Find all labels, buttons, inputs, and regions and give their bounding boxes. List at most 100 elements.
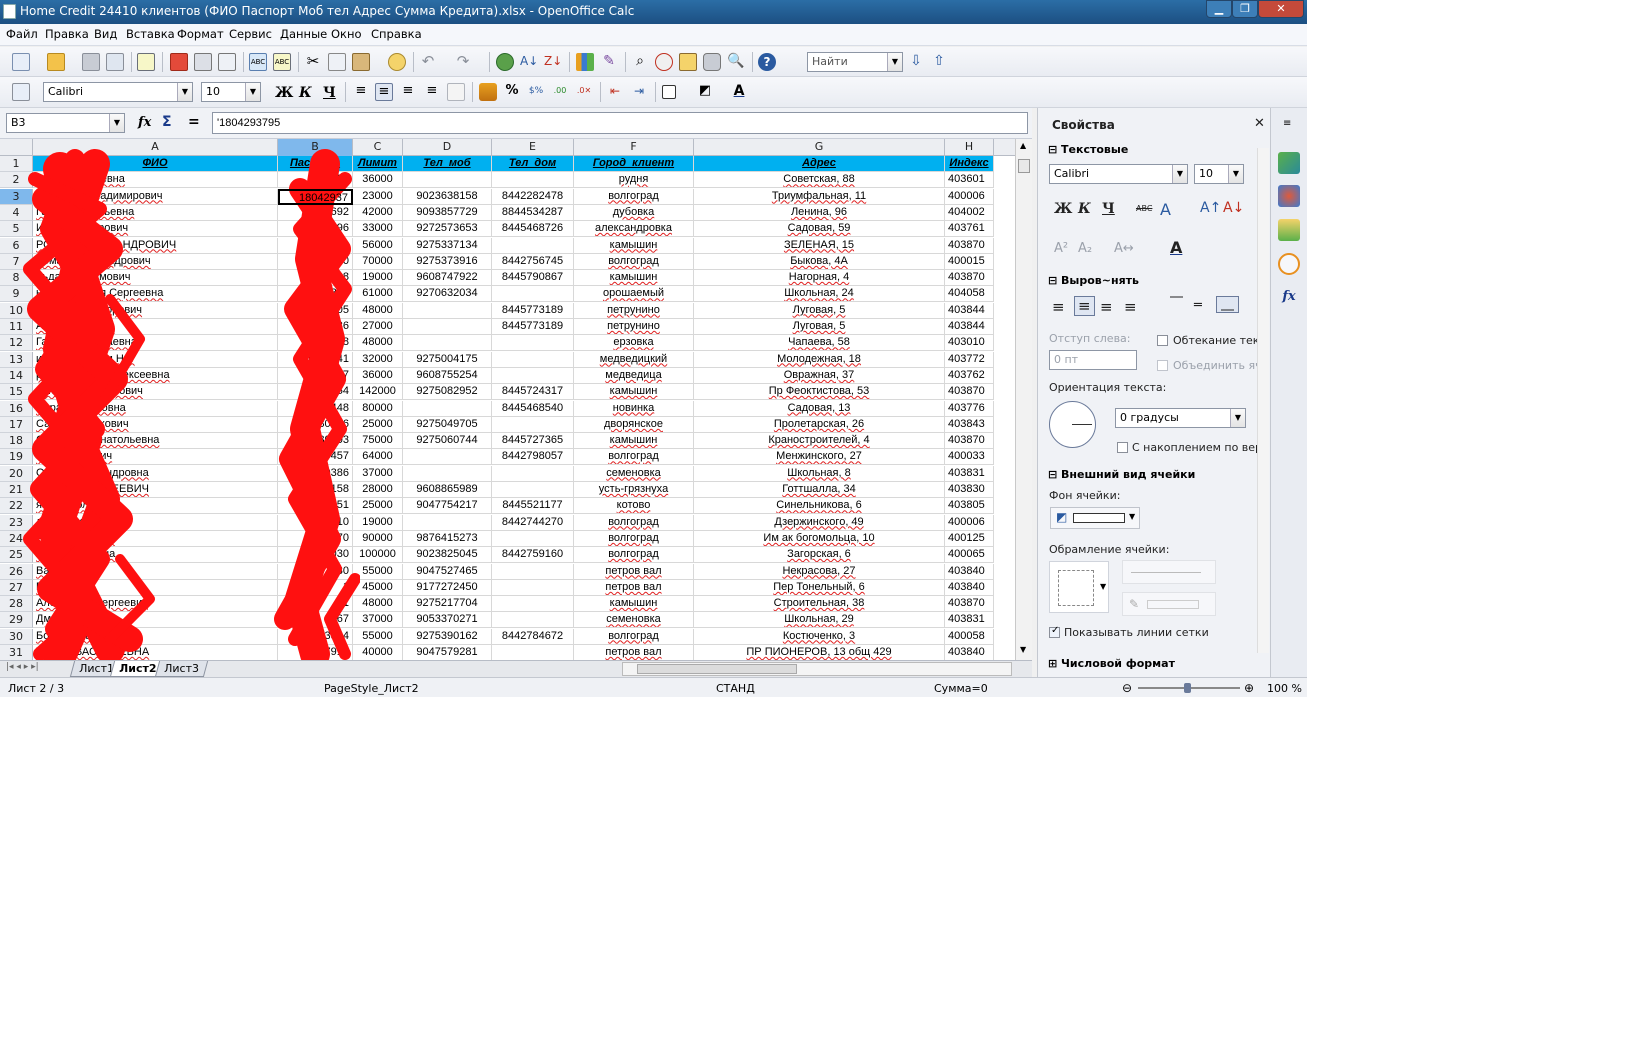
table-cell[interactable]: Загорская, 6 (694, 547, 945, 564)
sum-icon[interactable]: Σ (162, 114, 172, 130)
sidebar-align-right-icon[interactable]: ≡ (1100, 298, 1113, 316)
table-cell[interactable]: 1804362 (278, 286, 353, 303)
scroll-thumb[interactable] (1018, 159, 1030, 173)
table-cell[interactable]: Луговая, 5 (694, 302, 945, 319)
table-cell[interactable]: 8442798057 (492, 449, 574, 466)
table-cell[interactable]: РОМАН АЛЕКСАНДРОВИЧ (33, 237, 278, 254)
table-cell[interactable]: дубовка (574, 204, 694, 221)
table-cell[interactable]: 8442756745 (492, 253, 574, 270)
table-cell[interactable] (492, 172, 574, 189)
row-header[interactable]: 26 (0, 563, 33, 580)
scroll-up-icon[interactable]: ▲ (1020, 141, 1026, 150)
table-cell[interactable] (492, 563, 574, 580)
zoom-slider-thumb[interactable] (1184, 683, 1191, 693)
table-cell[interactable] (403, 335, 492, 352)
orientation-select[interactable]: 0 градусы ▼ (1115, 408, 1246, 428)
table-cell[interactable]: 9023638158 (403, 188, 492, 205)
menu-format[interactable]: Формат (177, 27, 224, 41)
spreadsheet-grid[interactable]: ABCDEFGH 1 ФИО Паспорт Лимит Тел_моб Тел_дом Г… (0, 139, 1032, 660)
row-header[interactable]: 9 (0, 286, 33, 303)
chevron-down-icon[interactable]: ▼ (887, 53, 902, 71)
table-cell[interactable]: льдар Рустамович (33, 270, 278, 287)
justify-icon[interactable]: ≡ (423, 83, 441, 101)
cell-background-picker[interactable]: ◩ ▼ (1050, 507, 1140, 529)
table-cell[interactable]: 90000 (353, 530, 403, 547)
table-cell[interactable]: Анна Ивановна (33, 319, 278, 335)
table-cell[interactable]: 1804200 (278, 253, 353, 270)
table-cell[interactable]: Дзержинского, 49 (694, 514, 945, 531)
table-cell[interactable]: петрунино (574, 319, 694, 335)
row-header[interactable]: 20 (0, 465, 33, 482)
delete-decimal-icon[interactable]: .0✕ (575, 83, 593, 101)
table-cell[interactable]: Борисовна (33, 628, 278, 645)
table-cell[interactable]: ина Пантелеевна (33, 172, 278, 189)
menu-help[interactable]: Справка (371, 27, 422, 41)
table-cell[interactable]: 180457 (278, 449, 353, 466)
email-icon[interactable] (106, 53, 124, 71)
decrease-font-icon[interactable]: A↓ (1223, 200, 1244, 216)
table-cell[interactable]: 48000 (353, 596, 403, 613)
row-header[interactable]: 7 (0, 253, 33, 270)
table-cell[interactable]: 180036 (278, 416, 353, 433)
table-cell[interactable]: камышин (574, 237, 694, 254)
table-cell[interactable]: 18037 (278, 172, 353, 189)
table-cell[interactable]: 180010 (278, 514, 353, 531)
table-cell[interactable] (492, 286, 574, 303)
table-cell[interactable]: 9608755254 (403, 367, 492, 384)
table-cell[interactable]: Школьная, 24 (694, 286, 945, 303)
table-cell[interactable]: 403840 (945, 645, 994, 660)
table-cell[interactable]: волгоград (574, 253, 694, 270)
table-cell[interactable]: Александрович (33, 530, 278, 547)
row-header[interactable]: 29 (0, 612, 33, 629)
table-cell[interactable] (492, 351, 574, 368)
italic-button[interactable]: К (299, 85, 312, 101)
table-cell[interactable]: 400006 (945, 514, 994, 531)
copy-icon[interactable] (328, 53, 346, 71)
table-cell[interactable]: волгоград (574, 628, 694, 645)
table-cell[interactable]: Олег Александрович (33, 384, 278, 401)
table-cell[interactable]: 7919 (278, 645, 353, 660)
indent-input[interactable]: 0 пт (1049, 350, 1137, 370)
table-cell[interactable]: имов Агакерим Нет (33, 351, 278, 368)
table-cell[interactable]: 180157 (278, 367, 353, 384)
styles-icon[interactable] (12, 83, 30, 101)
row-header[interactable]: 6 (0, 237, 33, 254)
table-cell[interactable]: дворянское (574, 416, 694, 433)
row-header[interactable]: 28 (0, 596, 33, 613)
table-cell[interactable]: 403870 (945, 384, 994, 401)
table-cell[interactable]: 404058 (945, 286, 994, 303)
data-sources-icon[interactable] (703, 53, 721, 71)
table-cell[interactable]: 70000 (353, 253, 403, 270)
table-cell[interactable]: 18042937 (278, 188, 353, 205)
table-cell[interactable]: камышин (574, 433, 694, 450)
chevron-down-icon[interactable]: ▼ (1230, 409, 1245, 427)
print-icon[interactable] (194, 53, 212, 71)
zoom-icon[interactable]: 🔍 (727, 53, 745, 71)
properties-deck-icon[interactable] (1278, 152, 1300, 174)
standard-format-icon[interactable]: $% (527, 83, 545, 101)
sort-descending-icon[interactable]: Z↓ (544, 53, 562, 71)
column-header-a[interactable]: A (33, 139, 278, 156)
table-cell[interactable]: 9047527465 (403, 563, 492, 580)
table-cell[interactable]: Пр Феоктистова, 53 (694, 384, 945, 401)
help-icon[interactable]: ? (758, 53, 776, 71)
table-cell[interactable]: котово (574, 498, 694, 515)
table-cell[interactable]: 400058 (945, 628, 994, 645)
table-cell[interactable] (403, 172, 492, 189)
find-input[interactable]: Найти ▼ (807, 52, 903, 72)
menu-insert[interactable]: Вставка (126, 27, 175, 41)
table-cell[interactable]: волгоград (574, 449, 694, 466)
table-cell[interactable]: М ксандр Владимирович (33, 188, 278, 205)
table-cell[interactable]: 33000 (353, 221, 403, 238)
table-cell[interactable]: 400015 (945, 253, 994, 270)
table-cell[interactable]: 9275049705 (403, 416, 492, 433)
table-cell[interactable]: 9275373916 (403, 253, 492, 270)
table-cell[interactable]: 1805692 (278, 204, 353, 221)
table-cell[interactable]: 9275337134 (403, 237, 492, 254)
number-format-section-title[interactable]: ⊞ Числовой формат (1048, 657, 1175, 670)
table-cell[interactable]: 45000 (353, 579, 403, 596)
sidebar-bold-button[interactable]: Ж (1054, 201, 1072, 217)
table-cell[interactable]: 180 (278, 563, 353, 580)
table-cell[interactable]: 36000 (353, 367, 403, 384)
sheet-tab-3[interactable]: Лист3 (154, 661, 209, 677)
